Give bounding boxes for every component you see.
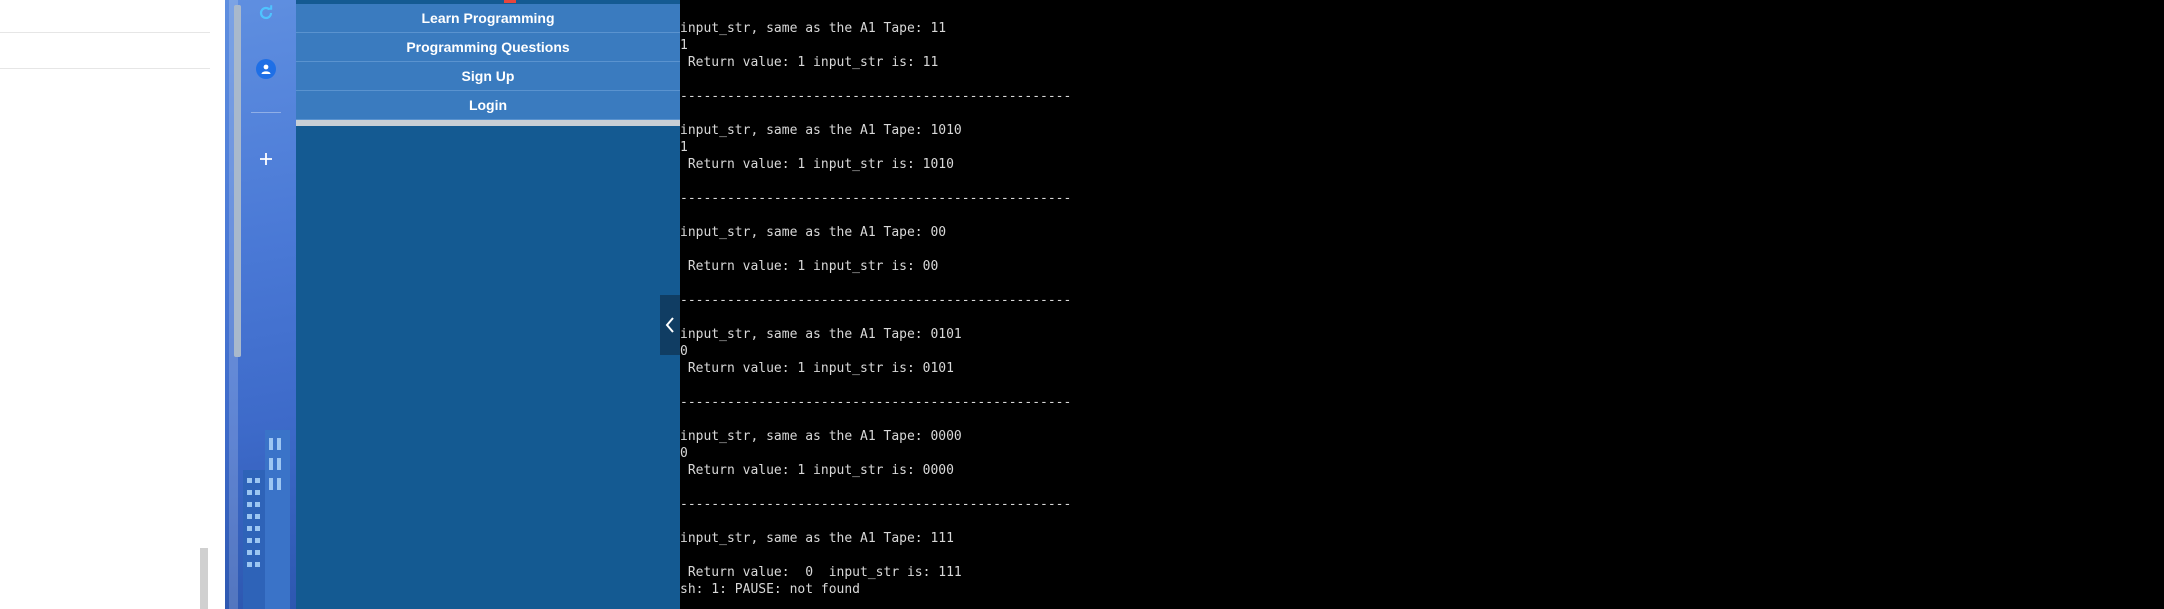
console-line: input_str, same as the A1 Tape: 11 xyxy=(680,21,947,36)
console-line: Return value: 0 input_str is: 111 xyxy=(680,565,962,580)
console-line: 0 xyxy=(680,344,688,359)
console-line: Return value: 1 input_str is: 0101 xyxy=(680,361,954,376)
collapse-panel-button[interactable] xyxy=(660,295,680,355)
menu-accent xyxy=(504,0,516,3)
user-icon[interactable] xyxy=(255,58,277,80)
refresh-icon[interactable] xyxy=(255,2,277,24)
console-separator: ----------------------------------------… xyxy=(680,293,1072,308)
console-line: 1 xyxy=(680,38,688,53)
plus-icon[interactable] xyxy=(255,148,277,170)
console-separator: ----------------------------------------… xyxy=(680,89,1072,104)
divider xyxy=(0,32,210,33)
chevron-left-icon xyxy=(665,317,674,333)
menu-item-sign-up[interactable]: Sign Up xyxy=(296,62,680,91)
menu-item-learn-programming[interactable]: Learn Programming xyxy=(296,4,680,33)
icon-rail xyxy=(225,0,296,609)
console-line: input_str, same as the A1 Tape: 111 xyxy=(680,531,954,546)
console-line: Return value: 1 input_str is: 11 xyxy=(680,55,939,70)
console-line: input_str, same as the A1 Tape: 0101 xyxy=(680,327,962,342)
building-image xyxy=(243,430,290,609)
console-lines: input_str, same as the A1 Tape: 11 1 Ret… xyxy=(680,20,1071,598)
menu-item-programming-questions[interactable]: Programming Questions xyxy=(296,33,680,62)
console-separator: ----------------------------------------… xyxy=(680,191,1072,206)
console-output: input_str, same as the A1 Tape: 11 1 Ret… xyxy=(680,0,2164,609)
console-line: input_str, same as the A1 Tape: 00 xyxy=(680,225,947,240)
console-line: Return value: 1 input_str is: 00 xyxy=(680,259,939,274)
menu-item-login[interactable]: Login xyxy=(296,91,680,120)
menu-list: Learn Programming Programming Questions … xyxy=(296,4,680,120)
rail-divider xyxy=(251,112,281,113)
console-line: input_str, same as the A1 Tape: 0000 xyxy=(680,429,962,444)
console-line: Return value: 1 input_str is: 0000 xyxy=(680,463,954,478)
console-error-line: sh: 1: PAUSE: not found xyxy=(680,582,861,597)
console-line: Return value: 1 input_str is: 1010 xyxy=(680,157,954,172)
scrollbar-thumb[interactable] xyxy=(200,548,208,609)
divider xyxy=(0,68,210,69)
left-pane xyxy=(0,0,225,609)
console-line: 0 xyxy=(680,446,688,461)
rail-scrollbar-thumb[interactable] xyxy=(234,5,241,357)
console-line: 1 xyxy=(680,140,688,155)
menu-bottom-bar xyxy=(296,120,680,126)
navigation-menu-panel: Learn Programming Programming Questions … xyxy=(296,0,680,609)
console-separator: ----------------------------------------… xyxy=(680,395,1072,410)
console-line: input_str, same as the A1 Tape: 1010 xyxy=(680,123,962,138)
console-separator: ----------------------------------------… xyxy=(680,497,1072,512)
